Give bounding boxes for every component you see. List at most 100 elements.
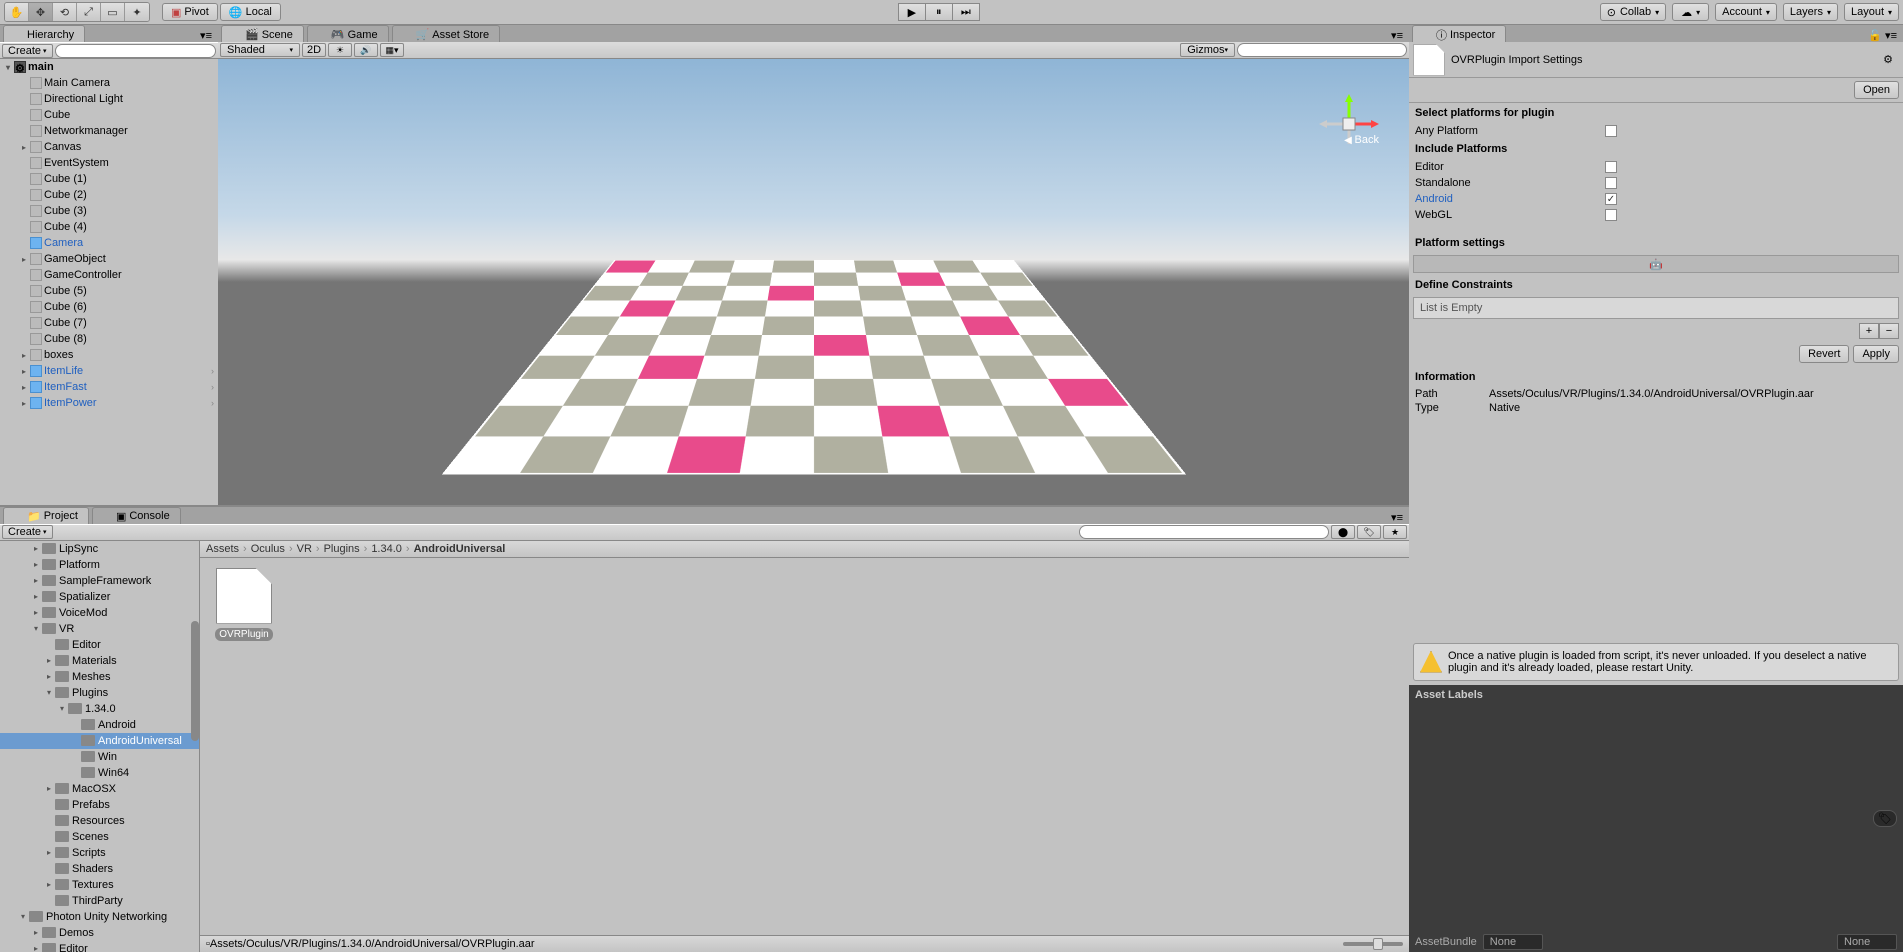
asset-store-tab[interactable]: 🛒Asset Store <box>392 25 501 42</box>
scene-row[interactable]: ▾⚙ main <box>0 59 218 75</box>
scale-tool[interactable]: ⤢ <box>77 3 101 21</box>
hierarchy-item[interactable]: GameController <box>0 267 218 283</box>
play-button[interactable]: ▶ <box>898 3 926 21</box>
folder-item[interactable]: ▾Photon Unity Networking <box>0 909 199 925</box>
layers-dropdown[interactable]: Layers <box>1783 3 1838 21</box>
hierarchy-item[interactable]: Cube (8) <box>0 331 218 347</box>
hierarchy-item[interactable]: Cube (3) <box>0 203 218 219</box>
hierarchy-item[interactable]: ▸GameObject <box>0 251 218 267</box>
project-context-menu[interactable]: ▾≡ <box>1385 511 1409 524</box>
hierarchy-item[interactable]: Networkmanager <box>0 123 218 139</box>
hierarchy-context-menu[interactable]: ▾≡ <box>194 29 218 42</box>
hierarchy-item[interactable]: Cube <box>0 107 218 123</box>
folder-item[interactable]: ▾VR <box>0 621 199 637</box>
transform-tool[interactable]: ✦ <box>125 3 149 21</box>
cloud-button[interactable]: ☁ <box>1672 3 1709 21</box>
console-tab[interactable]: ▣Console <box>92 507 181 524</box>
scene-tab[interactable]: 🎬Scene <box>221 25 304 42</box>
folder-item[interactable]: Win64 <box>0 765 199 781</box>
hierarchy-item[interactable]: Cube (6) <box>0 299 218 315</box>
hierarchy-item[interactable]: ▸ItemFast› <box>0 379 218 395</box>
hierarchy-item[interactable]: ▸boxes <box>0 347 218 363</box>
breadcrumb-item[interactable]: VR <box>297 543 312 555</box>
local-button[interactable]: 🌐Local <box>220 3 281 21</box>
any-platform-checkbox[interactable] <box>1605 125 1617 137</box>
folder-item[interactable]: Prefabs <box>0 797 199 813</box>
game-tab[interactable]: 🎮Game <box>307 25 389 42</box>
folder-item[interactable]: ThirdParty <box>0 893 199 909</box>
folder-item[interactable]: ▸Spatializer <box>0 589 199 605</box>
folder-item[interactable]: ▾1.34.0 <box>0 701 199 717</box>
hierarchy-item[interactable]: Main Camera <box>0 75 218 91</box>
platform-checkbox[interactable] <box>1605 209 1617 221</box>
hierarchy-tab[interactable]: Hierarchy <box>3 25 85 42</box>
revert-button[interactable]: Revert <box>1799 345 1849 363</box>
asset-bundle-name-dropdown[interactable]: None <box>1483 934 1543 950</box>
pause-button[interactable]: ⏸ <box>925 3 953 21</box>
platform-settings-tabbar[interactable]: 🤖 <box>1413 255 1899 273</box>
project-folder-tree[interactable]: ▸LipSync▸Platform▸SampleFramework▸Spatia… <box>0 541 200 952</box>
project-create-button[interactable]: Create <box>2 525 53 539</box>
scene-search[interactable] <box>1237 43 1407 57</box>
constraint-remove-button[interactable]: − <box>1879 323 1899 339</box>
platform-checkbox[interactable]: ✓ <box>1605 193 1617 205</box>
asset-labels-area[interactable]: 🏷 <box>1409 705 1903 933</box>
folder-item[interactable]: ▾Plugins <box>0 685 199 701</box>
breadcrumb-item[interactable]: AndroidUniversal <box>414 543 506 555</box>
breadcrumb-item[interactable]: Assets <box>206 543 239 555</box>
hierarchy-item[interactable]: Cube (5) <box>0 283 218 299</box>
folder-item[interactable]: ▸SampleFramework <box>0 573 199 589</box>
folder-item[interactable]: Shaders <box>0 861 199 877</box>
breadcrumb-item[interactable]: 1.34.0 <box>371 543 402 555</box>
asset-item[interactable]: OVRPlugin <box>210 568 278 641</box>
hierarchy-item[interactable]: ▸ItemLife› <box>0 363 218 379</box>
inspector-tab[interactable]: ⓘInspector <box>1412 25 1506 42</box>
folder-item[interactable]: Android <box>0 717 199 733</box>
hierarchy-item[interactable]: ▸Canvas <box>0 139 218 155</box>
hierarchy-create-button[interactable]: Create <box>2 44 53 58</box>
hierarchy-item[interactable]: Cube (2) <box>0 187 218 203</box>
2d-toggle[interactable]: 2D <box>302 43 326 57</box>
folder-item[interactable]: Editor <box>0 637 199 653</box>
open-button[interactable]: Open <box>1854 81 1899 99</box>
breadcrumb-item[interactable]: Plugins <box>324 543 360 555</box>
constraint-add-button[interactable]: + <box>1859 323 1879 339</box>
draw-mode-dropdown[interactable]: Shaded <box>220 43 300 57</box>
hierarchy-item[interactable]: ▸ItemPower› <box>0 395 218 411</box>
asset-grid[interactable]: OVRPlugin <box>200 558 1409 936</box>
fx-toggle[interactable]: ▦▾ <box>380 43 404 57</box>
breadcrumb-item[interactable]: Oculus <box>251 543 285 555</box>
folder-item[interactable]: AndroidUniversal <box>0 733 199 749</box>
folder-item[interactable]: ▸Textures <box>0 877 199 893</box>
rotate-tool[interactable]: ⟲ <box>53 3 77 21</box>
hierarchy-item[interactable]: Directional Light <box>0 91 218 107</box>
labels-tag-icon[interactable]: 🏷 <box>1873 810 1897 827</box>
project-tab[interactable]: 📁Project <box>3 507 89 524</box>
scene-context-menu[interactable]: ▾≡ <box>1385 29 1409 42</box>
hand-tool[interactable]: ✋ <box>5 3 29 21</box>
hierarchy-item[interactable]: Cube (1) <box>0 171 218 187</box>
step-button[interactable]: ⏭ <box>952 3 980 21</box>
audio-toggle[interactable]: 🔊 <box>354 43 378 57</box>
folder-item[interactable]: ▸Demos <box>0 925 199 941</box>
hierarchy-item[interactable]: EventSystem <box>0 155 218 171</box>
folder-item[interactable]: ▸Platform <box>0 557 199 573</box>
asset-bundle-variant-dropdown[interactable]: None <box>1837 934 1897 950</box>
apply-button[interactable]: Apply <box>1853 345 1899 363</box>
account-dropdown[interactable]: Account <box>1715 3 1777 21</box>
gizmos-dropdown[interactable]: Gizmos <box>1180 43 1235 57</box>
lighting-toggle[interactable]: ☀ <box>328 43 352 57</box>
rect-tool[interactable]: ▭ <box>101 3 125 21</box>
layout-dropdown[interactable]: Layout <box>1844 3 1899 21</box>
platform-checkbox[interactable] <box>1605 177 1617 189</box>
folder-item[interactable]: ▸LipSync <box>0 541 199 557</box>
project-search[interactable] <box>1079 525 1329 539</box>
folder-item[interactable]: ▸VoiceMod <box>0 605 199 621</box>
thumbnail-size-slider[interactable] <box>1343 942 1403 946</box>
move-tool[interactable]: ✥ <box>29 3 53 21</box>
search-filter-2[interactable]: 🏷 <box>1357 525 1381 539</box>
collab-dropdown[interactable]: ⊙ Collab <box>1600 3 1666 21</box>
hierarchy-item[interactable]: Cube (7) <box>0 315 218 331</box>
folder-item[interactable]: ▸Meshes <box>0 669 199 685</box>
search-favorite[interactable]: ★ <box>1383 525 1407 539</box>
